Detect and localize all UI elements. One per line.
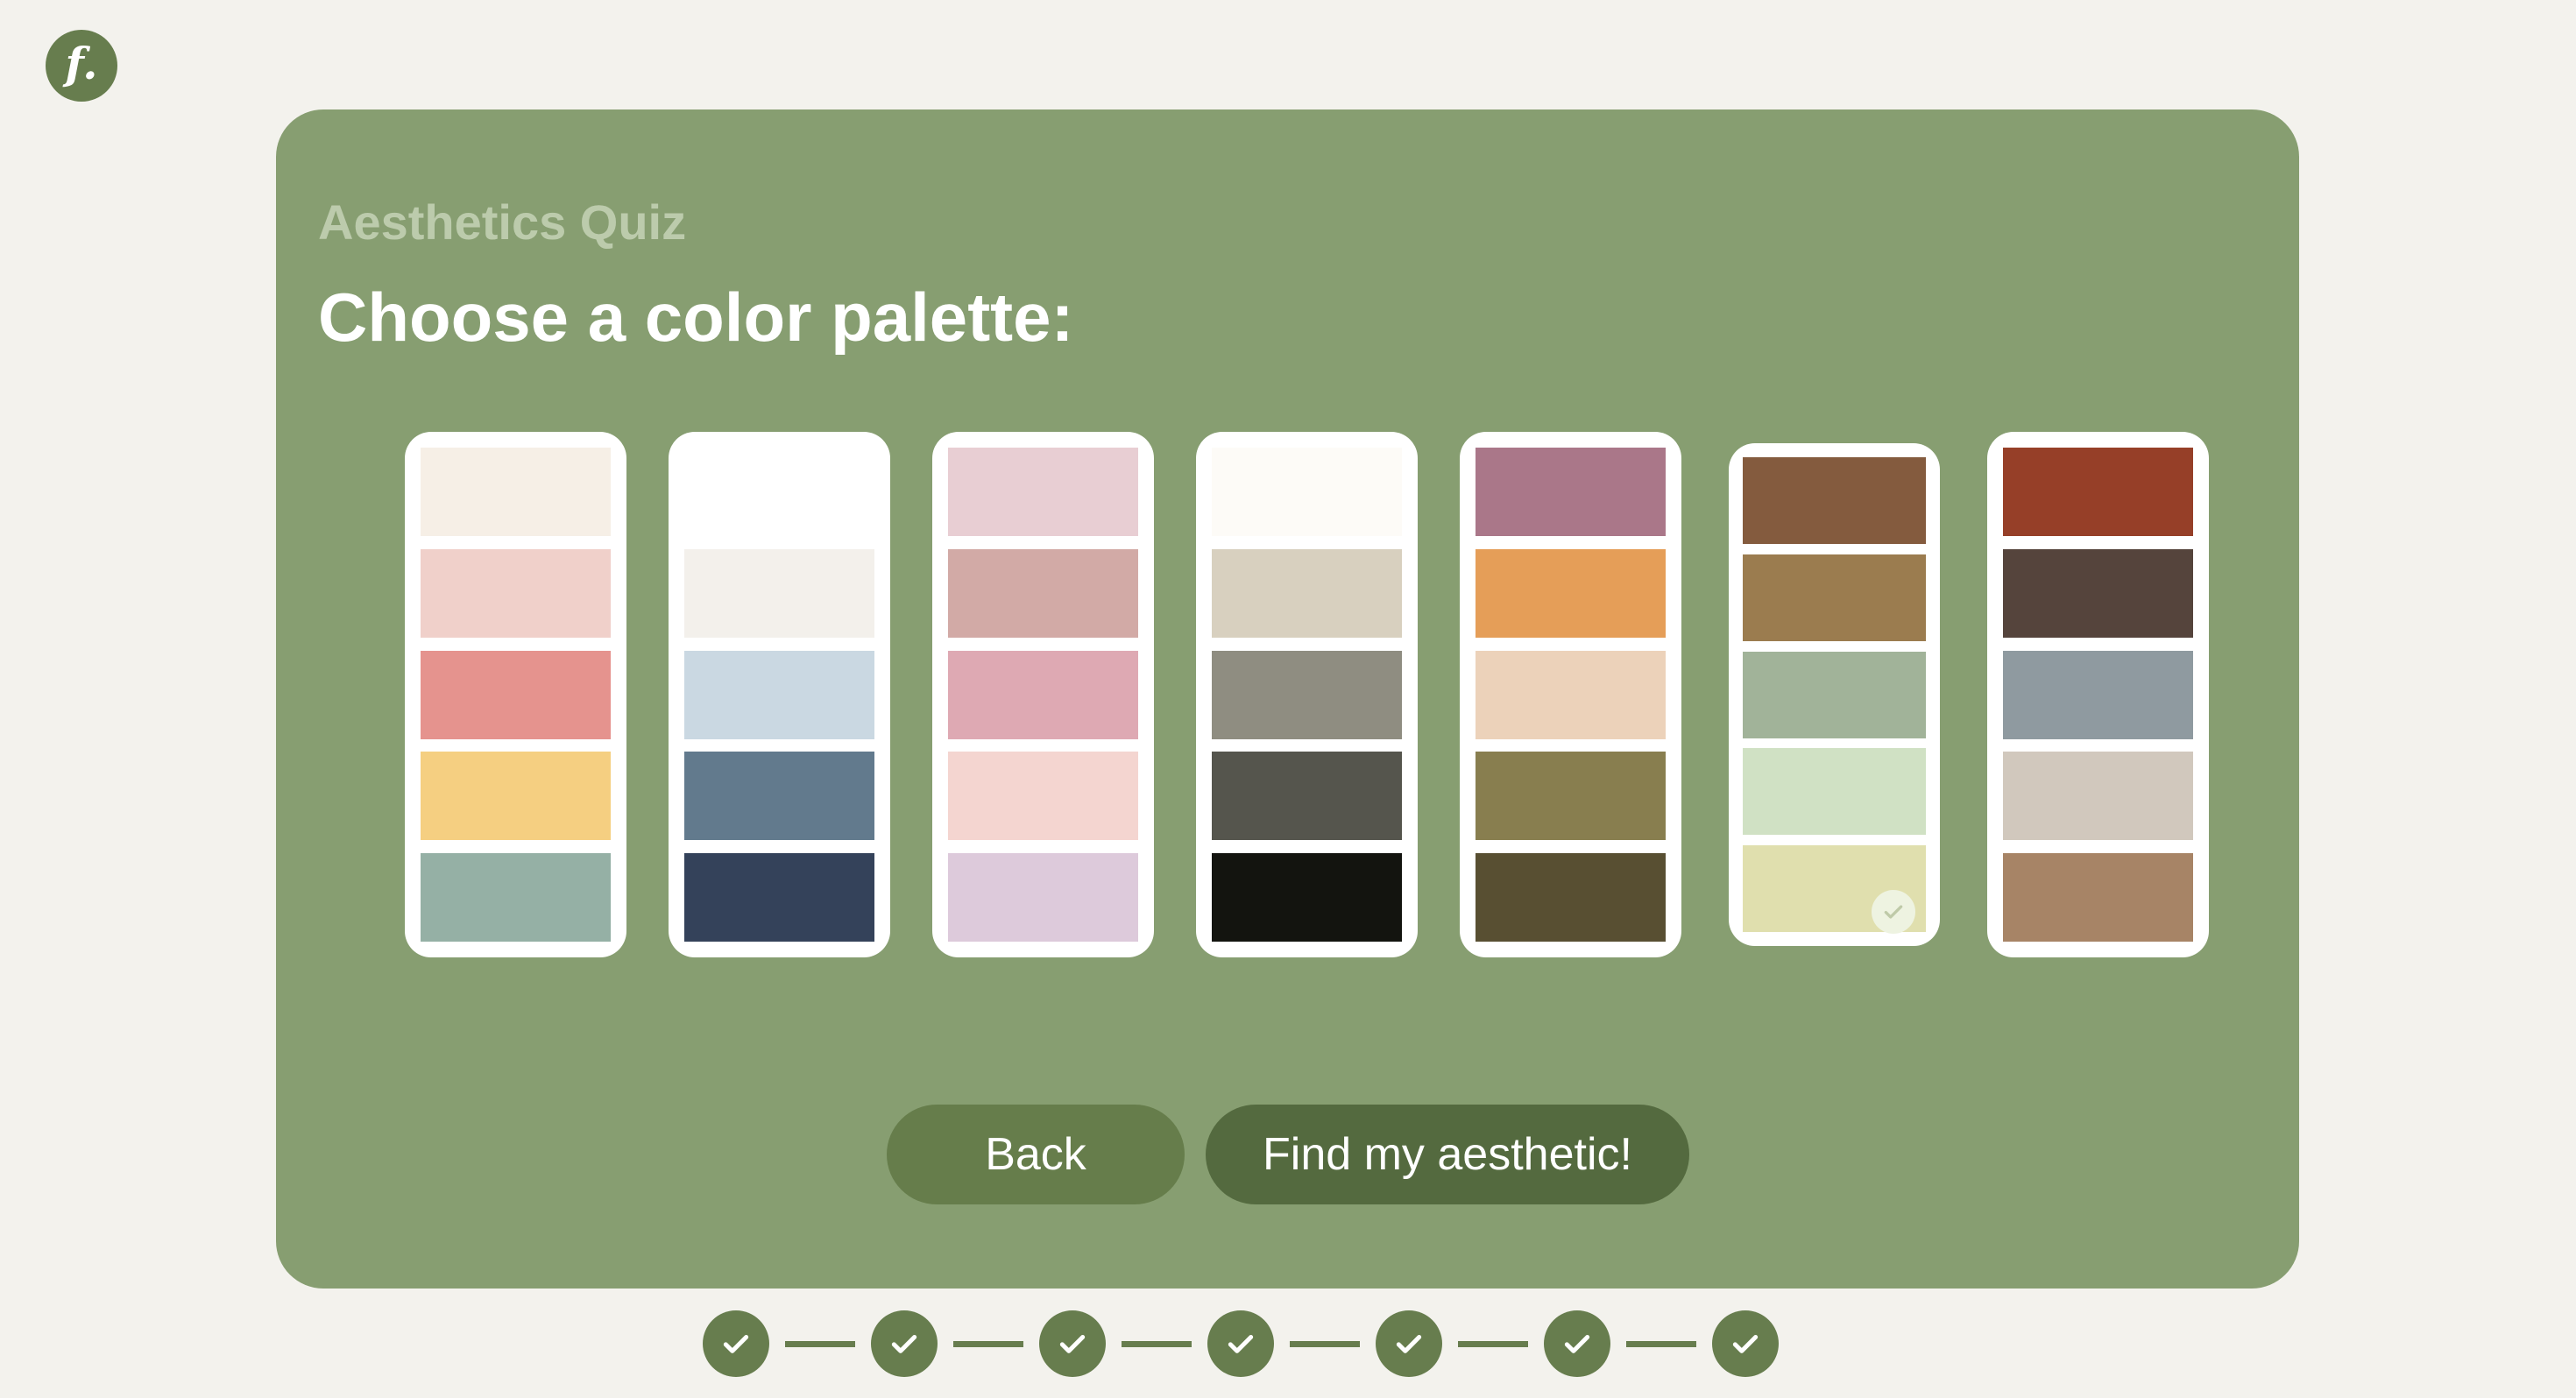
color-swatch [1212,752,1402,841]
color-swatch [1743,651,1926,738]
palette-option-3[interactable] [932,432,1154,957]
progress-stepper [703,1310,1779,1377]
color-swatch [2003,650,2193,739]
color-swatch [1476,752,1666,841]
selected-check-icon [1872,890,1915,934]
color-swatch [421,752,611,841]
progress-step-7-check-icon [1712,1310,1779,1377]
progress-step-3-check-icon [1039,1310,1106,1377]
color-swatch [1743,554,1926,641]
color-swatch [1476,853,1666,942]
brand-logo[interactable]: f. [46,30,117,102]
palette-option-6[interactable] [1729,443,1940,946]
color-swatch [1743,748,1926,836]
palette-option-1[interactable] [405,432,626,957]
palette-option-5[interactable] [1460,432,1681,957]
progress-connector [785,1340,855,1347]
color-swatch [1212,548,1402,638]
quiz-label: Aesthetics Quiz [318,194,687,250]
find-aesthetic-button[interactable]: Find my aesthetic! [1206,1105,1689,1204]
progress-connector [1626,1340,1696,1347]
color-swatch [948,448,1138,536]
color-swatch [1212,448,1402,536]
color-swatch [1476,650,1666,739]
color-swatch [421,650,611,739]
color-swatch [421,448,611,536]
color-swatch [684,448,874,536]
progress-connector [1290,1340,1360,1347]
color-swatch [2003,853,2193,942]
color-swatch [1476,548,1666,638]
progress-step-1-check-icon [703,1310,769,1377]
palette-option-2[interactable] [669,432,890,957]
progress-step-6-check-icon [1544,1310,1610,1377]
back-button[interactable]: Back [887,1105,1185,1204]
color-swatch [948,853,1138,942]
palette-option-7[interactable] [1987,432,2209,957]
progress-connector [953,1340,1023,1347]
question-heading: Choose a color palette: [318,279,1074,356]
color-swatch [684,548,874,638]
palette-option-4[interactable] [1196,432,1418,957]
color-swatch [684,752,874,841]
color-swatch [2003,548,2193,638]
color-swatch [684,650,874,739]
color-swatch [2003,448,2193,536]
color-swatch [948,650,1138,739]
color-swatch [1212,853,1402,942]
color-swatch [948,548,1138,638]
progress-connector [1122,1340,1192,1347]
color-swatch [1212,650,1402,739]
color-swatch [421,853,611,942]
color-swatch [2003,752,2193,841]
progress-step-4-check-icon [1207,1310,1274,1377]
progress-step-2-check-icon [871,1310,938,1377]
color-swatch [684,853,874,942]
color-swatch [1476,448,1666,536]
color-swatch [948,752,1138,841]
quiz-card: Aesthetics Quiz Choose a color palette: … [276,109,2299,1289]
progress-step-5-check-icon [1376,1310,1442,1377]
progress-connector [1458,1340,1528,1347]
color-swatch [421,548,611,638]
logo-text: f. [65,38,98,89]
color-swatch [1743,457,1926,544]
